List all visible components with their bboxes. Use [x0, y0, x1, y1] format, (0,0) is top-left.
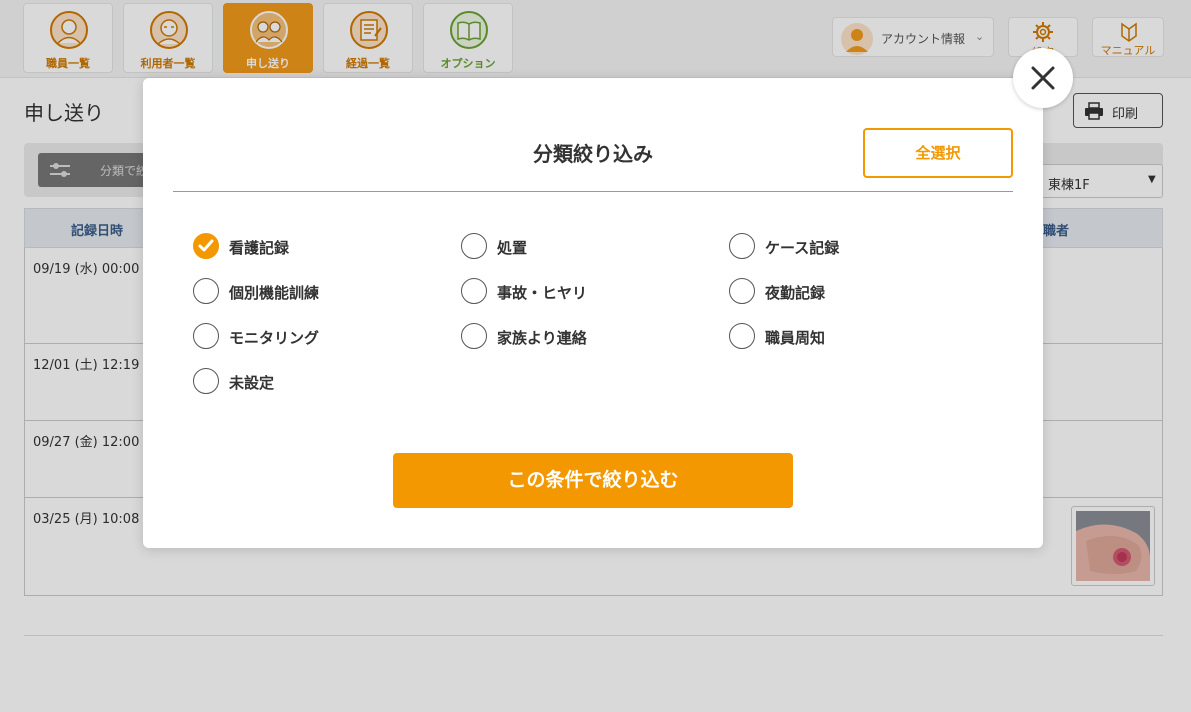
close-icon [1031, 66, 1055, 90]
select-all-button[interactable]: 全選択 [863, 128, 1013, 178]
option-label: ケース記録 [765, 239, 840, 257]
radio-checked[interactable] [193, 233, 219, 259]
close-modal-button[interactable] [1013, 48, 1073, 108]
category-filter-modal: 分類絞り込み 全選択 看護記録 処置 ケース記録 個別機能訓練 事故・ヒヤリ 夜… [143, 78, 1043, 548]
radio-unchecked[interactable] [729, 233, 755, 259]
option-label: 処置 [497, 239, 528, 257]
radio-unchecked[interactable] [193, 278, 219, 304]
option-label: 未設定 [229, 374, 275, 392]
radio-unchecked[interactable] [729, 323, 755, 349]
option-label: 個別機能訓練 [229, 284, 320, 302]
option-label: 看護記録 [229, 239, 290, 257]
option-label: 夜勤記録 [765, 284, 826, 302]
option-label: 職員周知 [765, 329, 826, 347]
apply-filter-button[interactable]: この条件で絞り込む [393, 453, 793, 508]
option-label: モニタリング [229, 329, 320, 347]
checkmark-icon [198, 239, 214, 252]
radio-unchecked[interactable] [461, 323, 487, 349]
radio-unchecked[interactable] [461, 233, 487, 259]
modal-divider [173, 191, 1013, 192]
radio-unchecked[interactable] [461, 278, 487, 304]
radio-unchecked[interactable] [193, 323, 219, 349]
radio-unchecked[interactable] [193, 368, 219, 394]
radio-unchecked[interactable] [729, 278, 755, 304]
option-label: 家族より連絡 [497, 329, 587, 347]
option-label: 事故・ヒヤリ [497, 284, 588, 302]
page: 職員一覧 利用者一覧 申し送り 経過一覧 オプション アカウント情報 ⌄ マニュ… [0, 0, 1191, 712]
